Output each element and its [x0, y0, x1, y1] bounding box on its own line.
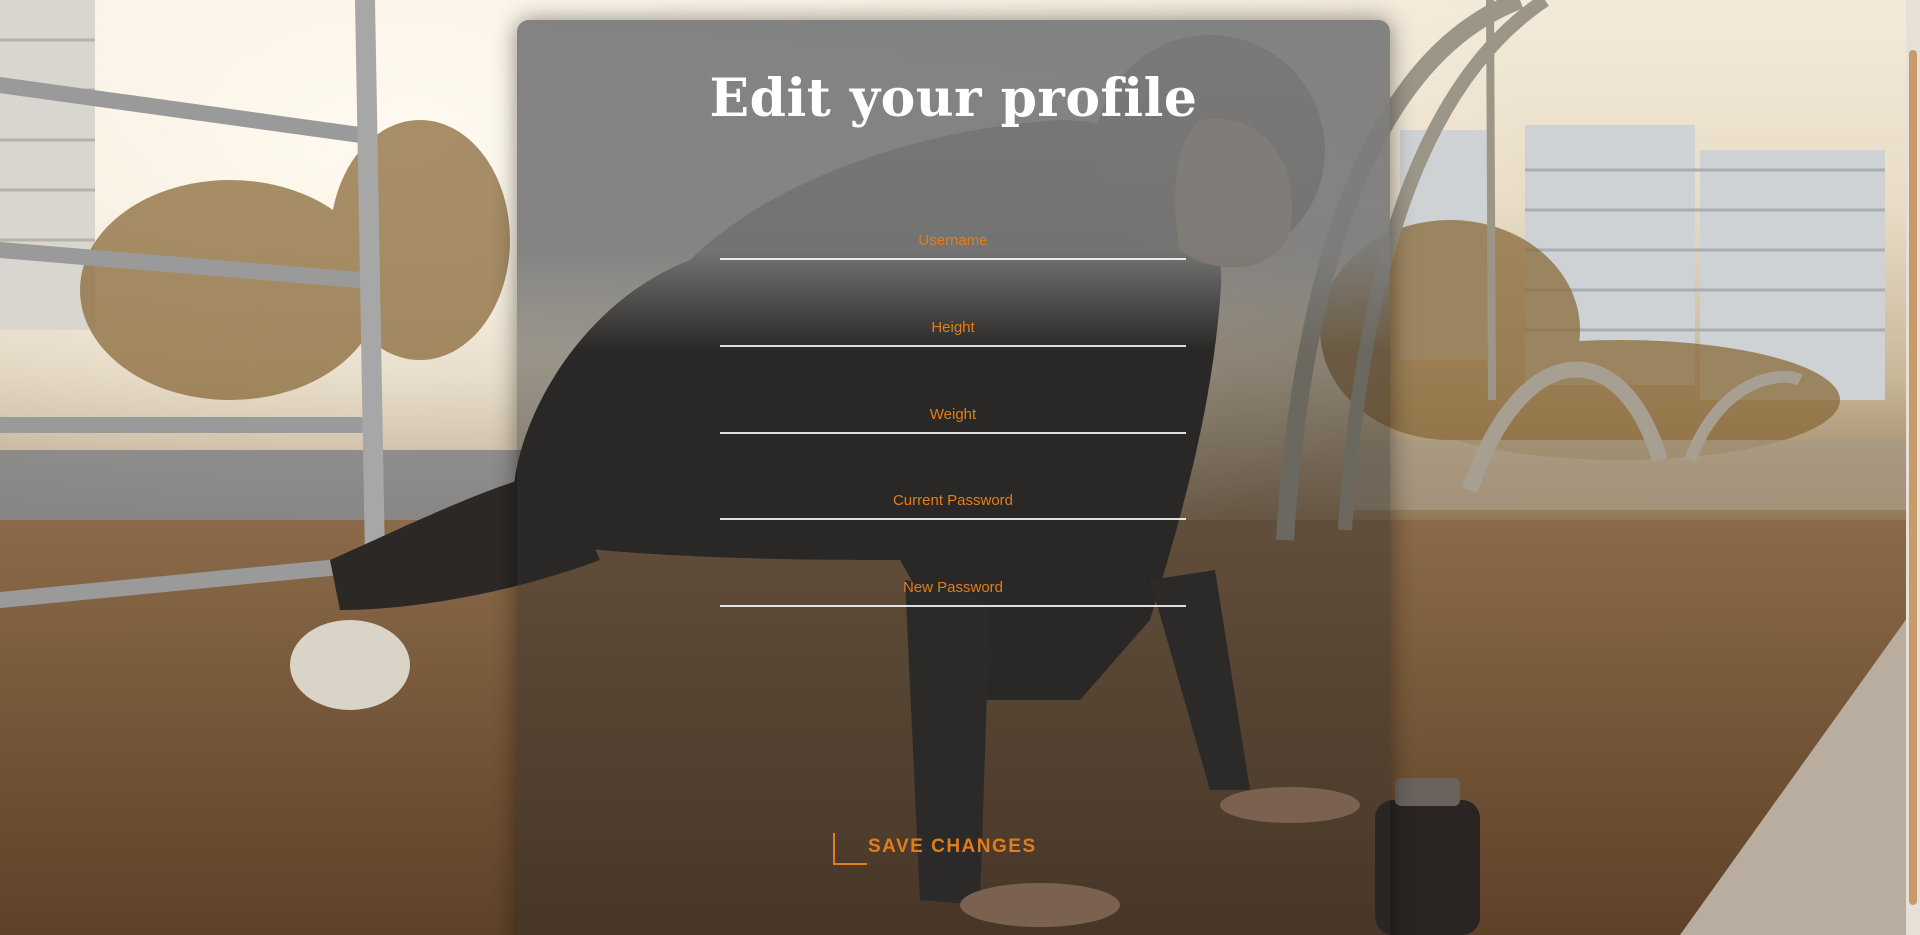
height-input[interactable] — [720, 297, 1186, 347]
page-title: Edit your profile — [709, 68, 1198, 129]
new-password-input[interactable] — [720, 557, 1186, 607]
current-password-field — [720, 470, 1186, 520]
username-input[interactable] — [720, 210, 1186, 260]
edit-profile-card: Edit your profile SAVE CHANGES — [517, 20, 1390, 935]
weight-input[interactable] — [720, 384, 1186, 434]
weight-field — [720, 384, 1186, 434]
height-field — [720, 297, 1186, 347]
page-scrollbar[interactable] — [1906, 0, 1920, 935]
current-password-input[interactable] — [720, 470, 1186, 520]
page-scrollbar-thumb[interactable] — [1909, 50, 1917, 905]
save-changes-button[interactable]: SAVE CHANGES — [832, 828, 1047, 866]
username-field — [720, 210, 1186, 260]
new-password-field — [720, 557, 1186, 607]
